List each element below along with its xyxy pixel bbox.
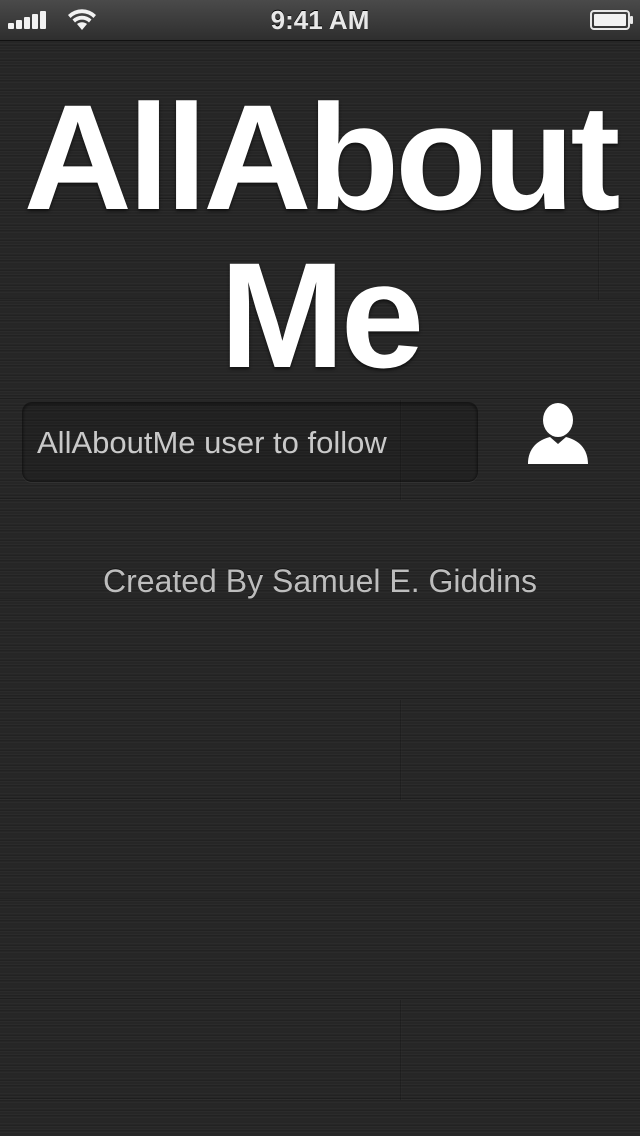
app-title: AllAbout Me — [0, 78, 640, 394]
credit-text: Created By Samuel E. Giddins — [103, 563, 537, 599]
background-seam — [400, 700, 402, 800]
user-silhouette-icon — [528, 403, 588, 464]
background-seam — [0, 498, 640, 500]
background-seam — [0, 698, 640, 700]
background-seam — [0, 1098, 640, 1100]
user-search-field[interactable] — [22, 402, 478, 483]
follow-user-button[interactable] — [520, 400, 596, 472]
background-seam — [0, 998, 640, 1000]
status-time: 9:41 AM — [270, 5, 370, 35]
background-seam — [0, 898, 640, 900]
app-title-line-1: AllAbout — [23, 73, 621, 241]
status-bar: 9:41 AM — [0, 0, 640, 41]
app-title-line-2: Me — [219, 231, 424, 399]
background-seam — [0, 798, 640, 800]
background-seam — [400, 1000, 402, 1100]
battery-icon — [590, 10, 633, 30]
user-search-input[interactable] — [35, 403, 469, 483]
